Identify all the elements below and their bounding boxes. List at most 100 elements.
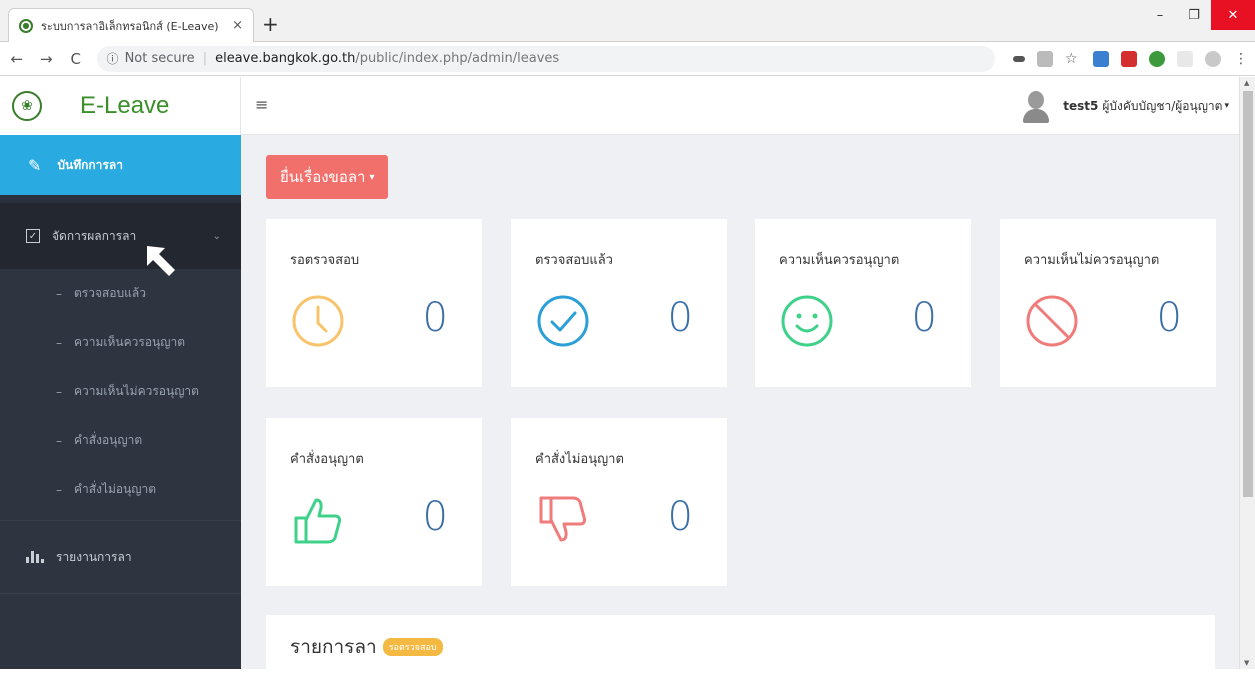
stat-card-order-reject[interactable]: คำสั่งไม่อนุญาต 0 — [511, 418, 727, 586]
sidebar-subitem-label: ความเห็นควรอนุญาต — [74, 335, 186, 349]
sidebar-item-label: บันทึกการลา — [57, 157, 123, 172]
chevron-down-icon: ⌄ — [212, 230, 221, 242]
minimize-button[interactable]: – — [1143, 0, 1177, 30]
checkbox-icon: ✓ — [26, 229, 40, 243]
pencil-icon: ✎ — [28, 155, 42, 175]
back-button[interactable]: ← — [4, 50, 30, 68]
thumbs-down-icon — [539, 496, 587, 542]
logo-icon: ❀ — [12, 91, 42, 121]
sidebar-subitem-label: คำสั่งไม่อนุญาต — [74, 482, 157, 496]
page-scrollbar[interactable]: ▲ ▼ — [1239, 77, 1255, 669]
scrollbar-thumb[interactable] — [1243, 91, 1253, 497]
forward-button[interactable]: → — [34, 50, 60, 68]
sidebar-subitem-label: คำสั่งอนุญาต — [74, 433, 143, 447]
apply-leave-label: ยื่นเรื่องขอลา — [280, 169, 366, 186]
apply-leave-button[interactable]: ยื่นเรื่องขอลา ▾ — [266, 155, 389, 199]
card-count: 0 — [911, 295, 937, 341]
bullet-dash: – — [56, 482, 62, 497]
translate-icon[interactable] — [1036, 50, 1053, 67]
url-path: /public/index.php/admin/leaves — [355, 51, 560, 66]
leave-list-panel: รายการลา รอตรวจสอบ — [266, 615, 1215, 675]
info-icon[interactable]: ⓘ — [107, 50, 119, 67]
url-host: eleave.bangkok.go.th — [215, 51, 356, 66]
stat-card-order-approve[interactable]: คำสั่งอนุญาต 0 — [266, 418, 482, 586]
stat-card-pending[interactable]: รอตรวจสอบ 0 — [266, 219, 482, 387]
main-content: ยื่นเรื่องขอลา ▾ รอตรวจสอบ 0 ตรวจสอบแล้ว… — [241, 135, 1239, 675]
thumbs-up-icon — [294, 498, 342, 544]
scroll-down-icon[interactable]: ▼ — [1244, 659, 1249, 667]
sidebar-item-label: รายงานการลา — [56, 549, 132, 564]
card-title: คำสั่งไม่อนุญาต — [535, 452, 624, 467]
bullet-dash: – — [56, 335, 62, 350]
prohibited-icon — [1026, 295, 1078, 347]
caret-down-icon: ▾ — [1224, 101, 1229, 111]
sidebar-item-manage-results[interactable]: ✓ จัดการผลการลา ⌄ — [0, 203, 241, 269]
stat-card-checked[interactable]: ตรวจสอบแล้ว 0 — [511, 219, 727, 387]
status-badge: รอตรวจสอบ — [382, 638, 443, 656]
stat-card-recommend-approve[interactable]: ความเห็นควรอนุญาต 0 — [755, 219, 971, 387]
card-count: 0 — [422, 494, 448, 540]
sidebar-item-report[interactable]: รายงานการลา — [0, 520, 241, 594]
sidebar-subitem-order-approve[interactable]: – คำสั่งอนุญาต — [0, 416, 241, 465]
extension-icon[interactable] — [1148, 50, 1165, 67]
smile-icon — [781, 295, 833, 347]
browser-tab[interactable]: ● ระบบการลาอิเล็กทรอนิกส์ (E-Leave) × — [8, 8, 254, 42]
sidebar-subitem-recommend-approve[interactable]: – ความเห็นควรอนุญาต — [0, 318, 241, 367]
sidebar-subitem-label: ความเห็นไม่ควรอนุญาต — [74, 384, 199, 398]
more-icon[interactable]: ⋮ — [1233, 51, 1249, 67]
key-icon[interactable] — [1012, 55, 1025, 62]
bullet-dash: – — [56, 286, 62, 301]
clock-icon — [292, 295, 344, 347]
card-title: คำสั่งอนุญาต — [290, 452, 364, 467]
card-title: ความเห็นควรอนุญาต — [779, 253, 900, 268]
user-name: test5 — [1063, 99, 1099, 113]
check-circle-icon — [537, 295, 589, 347]
app: ❀ E-Leave ✎ บันทึกการลา ✓ จัดการผลการลา … — [0, 77, 1255, 675]
sidebar-item-label: จัดการผลการลา — [52, 228, 137, 243]
list-title-text: รายการลา — [290, 636, 377, 658]
list-title: รายการลา รอตรวจสอบ — [290, 632, 443, 662]
card-title: ความเห็นไม่ควรอนุญาต — [1024, 253, 1160, 268]
bullet-dash: – — [56, 433, 62, 448]
url-input[interactable]: ⓘ Not secure | eleave.bangkok.go.th/publ… — [96, 45, 995, 72]
card-count: 0 — [667, 494, 693, 540]
bullet-dash: – — [56, 384, 62, 399]
brand[interactable]: ❀ E-Leave — [0, 77, 241, 135]
profile-icon[interactable] — [1204, 50, 1221, 67]
mouse-cursor-icon — [147, 246, 175, 276]
sidebar-item-record-leave[interactable]: ✎ บันทึกการลา — [0, 135, 241, 195]
sidebar-subitem-order-reject[interactable]: – คำสั่งไม่อนุญาต — [0, 465, 241, 514]
tab-title: ระบบการลาอิเล็กทรอนิกส์ (E-Leave) — [41, 19, 219, 33]
card-title: ตรวจสอบแล้ว — [535, 253, 613, 268]
restore-button[interactable]: ❐ — [1177, 0, 1211, 30]
stat-card-recommend-reject[interactable]: ความเห็นไม่ควรอนุญาต 0 — [1000, 219, 1216, 387]
sidebar-subitem-label: ตรวจสอบแล้ว — [74, 286, 146, 300]
new-tab-button[interactable]: + — [262, 12, 279, 36]
card-count: 0 — [667, 295, 693, 341]
sidebar-subitem-recommend-reject[interactable]: – ความเห็นไม่ควรอนุญาต — [0, 367, 241, 416]
url-separator: | — [202, 51, 208, 66]
browser-tab-bar: ● ระบบการลาอิเล็กทรอนิกส์ (E-Leave) × + … — [0, 0, 1255, 42]
star-icon[interactable]: ☆ — [1065, 51, 1081, 67]
close-window-button[interactable]: ✕ — [1211, 0, 1255, 30]
bar-chart-icon — [26, 551, 44, 563]
card-title: รอตรวจสอบ — [290, 253, 360, 268]
extension-icon[interactable] — [1092, 50, 1109, 67]
reload-button[interactable]: C — [63, 50, 89, 68]
extension-icon[interactable] — [1176, 50, 1193, 67]
site-favicon-icon: ● — [19, 18, 33, 33]
top-navbar: ≡ test5 ผู้บังคับบัญชา/ผู้อนุญาต ▾ — [241, 77, 1239, 135]
hamburger-menu-icon[interactable]: ≡ — [255, 95, 268, 114]
address-bar: ← → C ⓘ Not secure | eleave.bangkok.go.t… — [0, 42, 1255, 76]
scroll-up-icon[interactable]: ▲ — [1244, 79, 1249, 87]
card-count: 0 — [1156, 295, 1182, 341]
caret-down-icon: ▾ — [369, 171, 375, 183]
extension-icon[interactable] — [1120, 50, 1137, 67]
sidebar-subitem-checked[interactable]: – ตรวจสอบแล้ว — [0, 269, 241, 318]
user-role: ผู้บังคับบัญชา/ผู้อนุญาต — [1102, 98, 1223, 113]
brand-name: E-Leave — [80, 92, 170, 119]
avatar — [1021, 89, 1051, 123]
extension-icons: ☆ ⋮ — [1007, 50, 1255, 67]
user-menu[interactable]: test5 ผู้บังคับบัญชา/ผู้อนุญาต ▾ — [1021, 89, 1229, 123]
tab-close-icon[interactable]: × — [232, 18, 243, 33]
